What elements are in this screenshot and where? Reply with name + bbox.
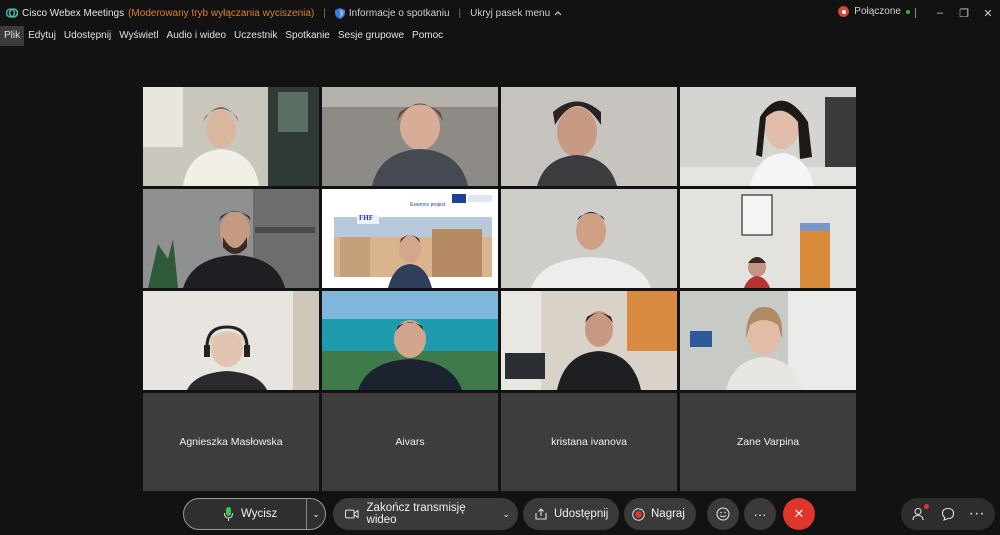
menu-edit[interactable]: Edytuj <box>24 26 60 46</box>
participant-shared-content-tile[interactable]: FHF Essence project <box>322 189 498 288</box>
mute-button[interactable]: Wycisz <box>184 499 308 529</box>
participant-video <box>143 189 319 288</box>
minimize-button[interactable]: – <box>928 7 952 19</box>
participant-name: Aivars <box>395 436 425 448</box>
participant-name-tile[interactable]: Agnieszka Masłowska <box>143 393 319 491</box>
menu-help[interactable]: Pomoc <box>408 26 447 46</box>
participant-video <box>322 291 498 390</box>
title-bar: Cisco Webex Meetings (Moderowany tryb wy… <box>0 0 1000 26</box>
end-meeting-button[interactable]: ✕ <box>783 498 815 530</box>
shared-slide-logo: FHF <box>359 214 373 222</box>
chat-icon <box>941 507 955 521</box>
participant-name-tile[interactable]: Zane Varpina <box>680 393 856 491</box>
shared-slide-project-title: Essence project <box>410 202 446 208</box>
meeting-controls: Wycisz ⌄ Zakończ transmisję wideo ⌄ Udos… <box>0 498 1000 531</box>
participant-video <box>680 189 856 288</box>
connection-status[interactable]: Połączone <box>838 6 910 17</box>
stop-video-label: Zakończ transmisję wideo <box>366 502 466 526</box>
participant-video-tile[interactable] <box>680 291 856 390</box>
participant-video <box>143 87 319 186</box>
notification-dot <box>924 504 930 509</box>
app-title: Cisco Webex Meetings <box>22 7 125 19</box>
more-panels-button[interactable]: ··· <box>964 501 990 527</box>
participant-video-tile[interactable] <box>143 189 319 288</box>
participant-video <box>143 291 319 390</box>
participant-video-tile[interactable] <box>322 87 498 186</box>
participant-video <box>501 87 677 186</box>
participant-name-tile[interactable]: kristana ivanova <box>501 393 677 491</box>
title-separator: | <box>458 7 462 19</box>
participants-icon <box>912 507 924 521</box>
divider <box>915 8 916 18</box>
participant-video-tile[interactable] <box>680 189 856 288</box>
participant-video <box>501 291 677 390</box>
participant-video-tile[interactable] <box>501 189 677 288</box>
menu-meeting[interactable]: Spotkanie <box>281 26 333 46</box>
menu-audio-video[interactable]: Audio i wideo <box>163 26 230 46</box>
meeting-info-label: Informacje o spotkaniu <box>348 7 450 19</box>
video-camera-icon <box>345 509 359 519</box>
share-icon <box>535 508 547 520</box>
participant-name: Zane Varpina <box>736 436 800 448</box>
participant-video-tile[interactable] <box>143 291 319 390</box>
panel-toggles: ··· <box>901 498 995 530</box>
unmute-mode-label: (Moderowany tryb wyłączania wyciszenia) <box>128 7 315 19</box>
connection-icon <box>838 6 850 17</box>
participant-video-tile[interactable] <box>143 87 319 186</box>
chevron-up-icon <box>554 11 562 16</box>
mute-label: Wycisz <box>241 508 278 520</box>
participant-video-tile[interactable] <box>501 291 677 390</box>
audio-options-chevron-icon[interactable]: ⌄ <box>307 509 325 520</box>
participant-video <box>680 291 856 390</box>
menu-view[interactable]: Wyświetl <box>115 26 162 46</box>
mute-control: Wycisz ⌄ <box>183 498 326 530</box>
shield-icon <box>334 7 345 19</box>
hide-menu-button[interactable]: Ukryj pasek menu <box>470 8 562 19</box>
webex-logo-icon <box>6 8 18 18</box>
record-label: Nagraj <box>651 508 685 520</box>
menu-participant[interactable]: Uczestnik <box>230 26 281 46</box>
share-label: Udostępnij <box>554 508 609 520</box>
chat-button[interactable] <box>935 501 961 527</box>
connection-label: Połączone <box>854 6 901 17</box>
menu-bar: Plik Edytuj Udostępnij Wyświetl Audio i … <box>0 26 447 46</box>
microphone-icon <box>224 507 233 521</box>
record-button[interactable]: Nagraj <box>624 498 696 530</box>
participant-video <box>680 87 856 186</box>
reactions-button[interactable] <box>707 498 739 530</box>
hide-menu-label: Ukryj pasek menu <box>470 7 551 19</box>
record-icon <box>632 507 645 521</box>
participant-video-tile[interactable] <box>680 87 856 186</box>
share-button[interactable]: Udostępnij <box>523 498 619 530</box>
participants-button[interactable] <box>906 501 932 527</box>
close-window-button[interactable]: ✕ <box>976 7 1000 20</box>
more-options-button[interactable]: ··· <box>744 498 776 530</box>
participant-video-tile[interactable] <box>501 87 677 186</box>
participant-video-tile[interactable] <box>322 291 498 390</box>
smiley-icon <box>716 507 730 521</box>
participant-name-tile[interactable]: Aivars <box>322 393 498 491</box>
stop-video-button[interactable]: Zakończ transmisję wideo ⌄ <box>333 498 518 530</box>
participant-video <box>322 87 498 186</box>
title-separator: | <box>323 7 326 19</box>
menu-breakout[interactable]: Sesje grupowe <box>334 26 408 46</box>
meeting-info-button[interactable]: Informacje o spotkaniu <box>334 7 450 19</box>
menu-file[interactable]: Plik <box>0 26 25 46</box>
window-controls: – ❐ ✕ <box>915 0 1000 26</box>
restore-button[interactable]: ❐ <box>952 7 976 20</box>
connected-indicator <box>906 9 910 14</box>
participant-name: Agnieszka Masłowska <box>179 436 283 448</box>
video-options-chevron-icon[interactable]: ⌄ <box>502 509 510 520</box>
participant-name: kristana ivanova <box>551 436 627 448</box>
participant-video <box>501 189 677 288</box>
menu-share[interactable]: Udostępnij <box>60 26 115 46</box>
video-grid: FHF Essence project Agnieszka Masłowska … <box>143 87 856 491</box>
